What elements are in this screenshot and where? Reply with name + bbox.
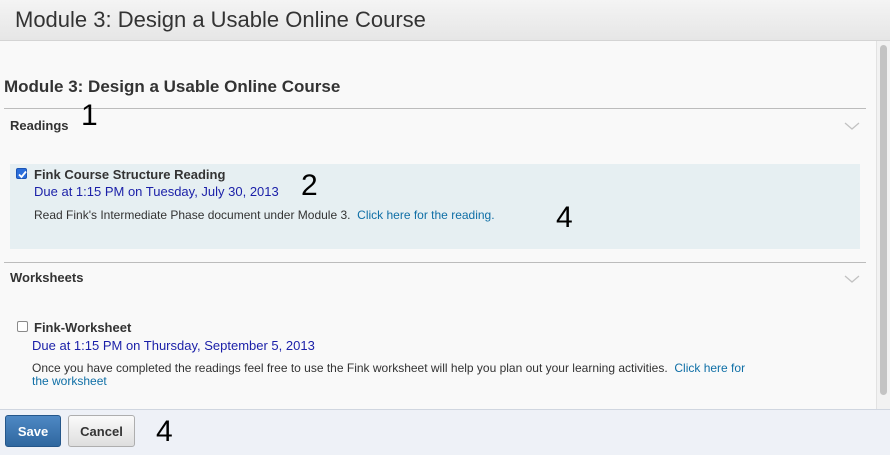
- module-content[interactable]: Module 3: Design a Usable Online Course …: [0, 41, 876, 409]
- module-heading: Module 3: Design a Usable Online Course: [4, 77, 341, 96]
- item-description: Once you have completed the readings fee…: [32, 362, 858, 388]
- item-checkbox[interactable]: [16, 168, 27, 179]
- annotation-2: 2: [301, 169, 318, 202]
- window-title: Module 3: Design a Usable Online Course: [15, 7, 426, 32]
- scrollbar-thumb[interactable]: [880, 45, 887, 395]
- annotation-1: 1: [81, 99, 98, 132]
- list-item: Fink Course Structure Reading Due at 1:1…: [10, 164, 860, 249]
- item-checkbox[interactable]: [17, 321, 28, 332]
- chevron-down-icon[interactable]: [844, 274, 860, 284]
- worksheet-link[interactable]: Click here for: [674, 361, 745, 375]
- window-titlebar: Module 3: Design a Usable Online Course: [0, 0, 890, 41]
- annotation-4-footer: 4: [156, 415, 173, 448]
- section-title-readings[interactable]: Readings: [10, 118, 69, 133]
- footer-bar: Save Cancel 4: [0, 409, 890, 455]
- vertical-scrollbar[interactable]: [876, 41, 890, 409]
- chevron-down-icon[interactable]: [844, 121, 860, 131]
- item-title[interactable]: Fink-Worksheet: [34, 320, 131, 335]
- due-date: Due at 1:15 PM on Tuesday, July 30, 2013: [34, 184, 279, 199]
- item-description-text: Once you have completed the readings fee…: [32, 361, 668, 375]
- item-description: Read Fink's Intermediate Phase document …: [34, 209, 495, 222]
- section-divider: [4, 262, 866, 263]
- item-title[interactable]: Fink Course Structure Reading: [34, 167, 225, 182]
- section-title-worksheets[interactable]: Worksheets: [10, 270, 83, 285]
- item-description-text: Read Fink's Intermediate Phase document …: [34, 208, 351, 222]
- due-date: Due at 1:15 PM on Thursday, September 5,…: [32, 338, 315, 353]
- reading-link[interactable]: Click here for the reading.: [357, 208, 494, 222]
- cancel-button[interactable]: Cancel: [68, 415, 135, 447]
- save-button[interactable]: Save: [5, 415, 61, 447]
- annotation-4-link: 4: [556, 201, 573, 234]
- worksheet-link-continued[interactable]: the worksheet: [32, 374, 107, 388]
- list-item: Fink-Worksheet Due at 1:15 PM on Thursda…: [10, 317, 860, 397]
- section-divider: [4, 108, 866, 109]
